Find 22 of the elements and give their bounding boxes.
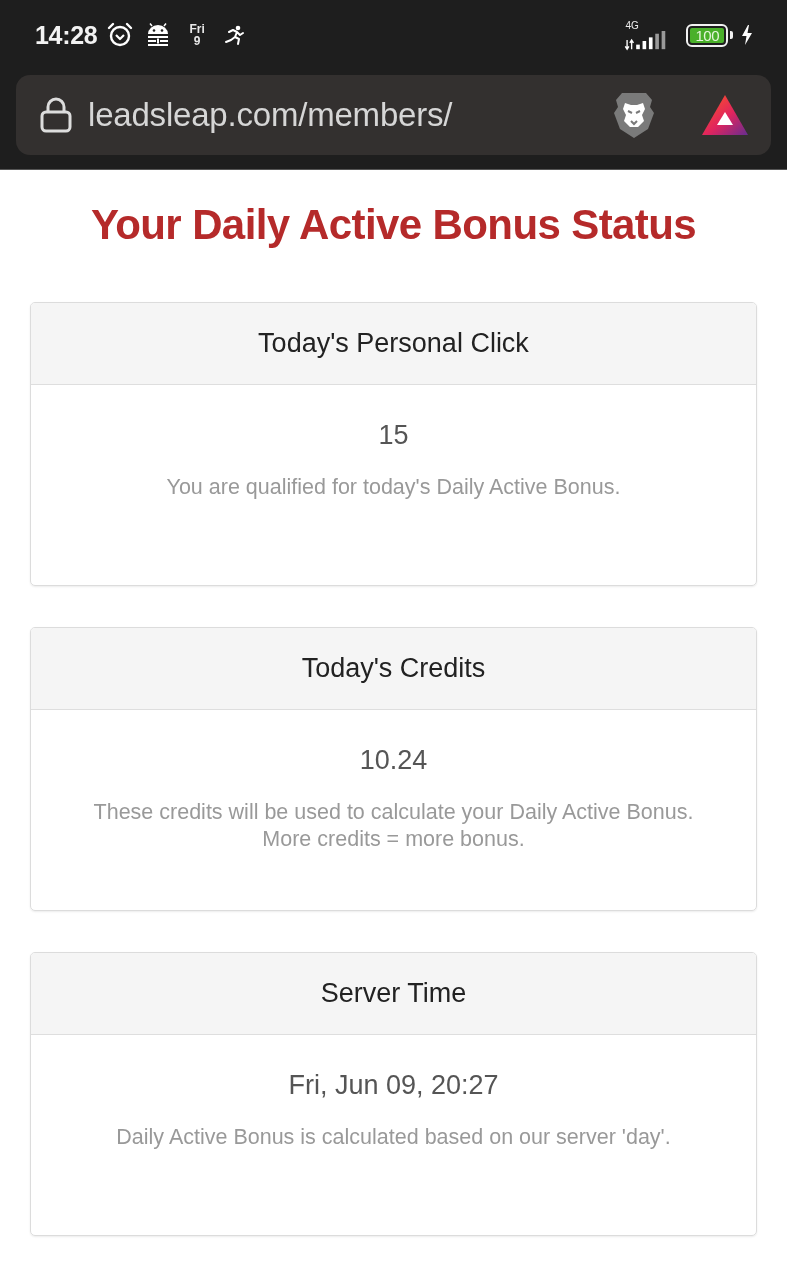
lion-shield-icon[interactable] [612, 91, 656, 139]
card-value: Fri, Jun 09, 20:27 [287, 1070, 500, 1100]
triangle-icon[interactable] [702, 95, 748, 135]
card-header: Server Time [31, 953, 756, 1035]
address-bar[interactable]: leadsleap.com/members/ [16, 75, 771, 155]
clock-time: 14:28 [35, 20, 98, 50]
card-description: These credits will be used to calculate your Daily Active Bonus. More credits = more bonus. [92, 799, 695, 853]
card-value: 10.24 [358, 745, 429, 775]
card-header: Today's Credits [31, 628, 756, 710]
date-text: 9 [193, 35, 201, 47]
card-description: You are qualified for today's Daily Active Bonus. [165, 474, 622, 501]
card-description: Daily Active Bonus is calculated based on our server 'day'. [115, 1124, 672, 1151]
page-title: Your Daily Active Bonus Status [89, 200, 698, 250]
network-type-text: 4G [625, 19, 639, 31]
running-person-icon [222, 24, 245, 46]
weekday-text: Fri [189, 23, 205, 35]
lock-icon [40, 97, 72, 133]
card-header: Today's Personal Click [31, 303, 756, 385]
card-value: 15 [377, 420, 410, 450]
alarm-clock-icon [107, 22, 134, 48]
battery-level-text: 100 [690, 27, 724, 43]
charging-bolt-icon [741, 25, 753, 45]
